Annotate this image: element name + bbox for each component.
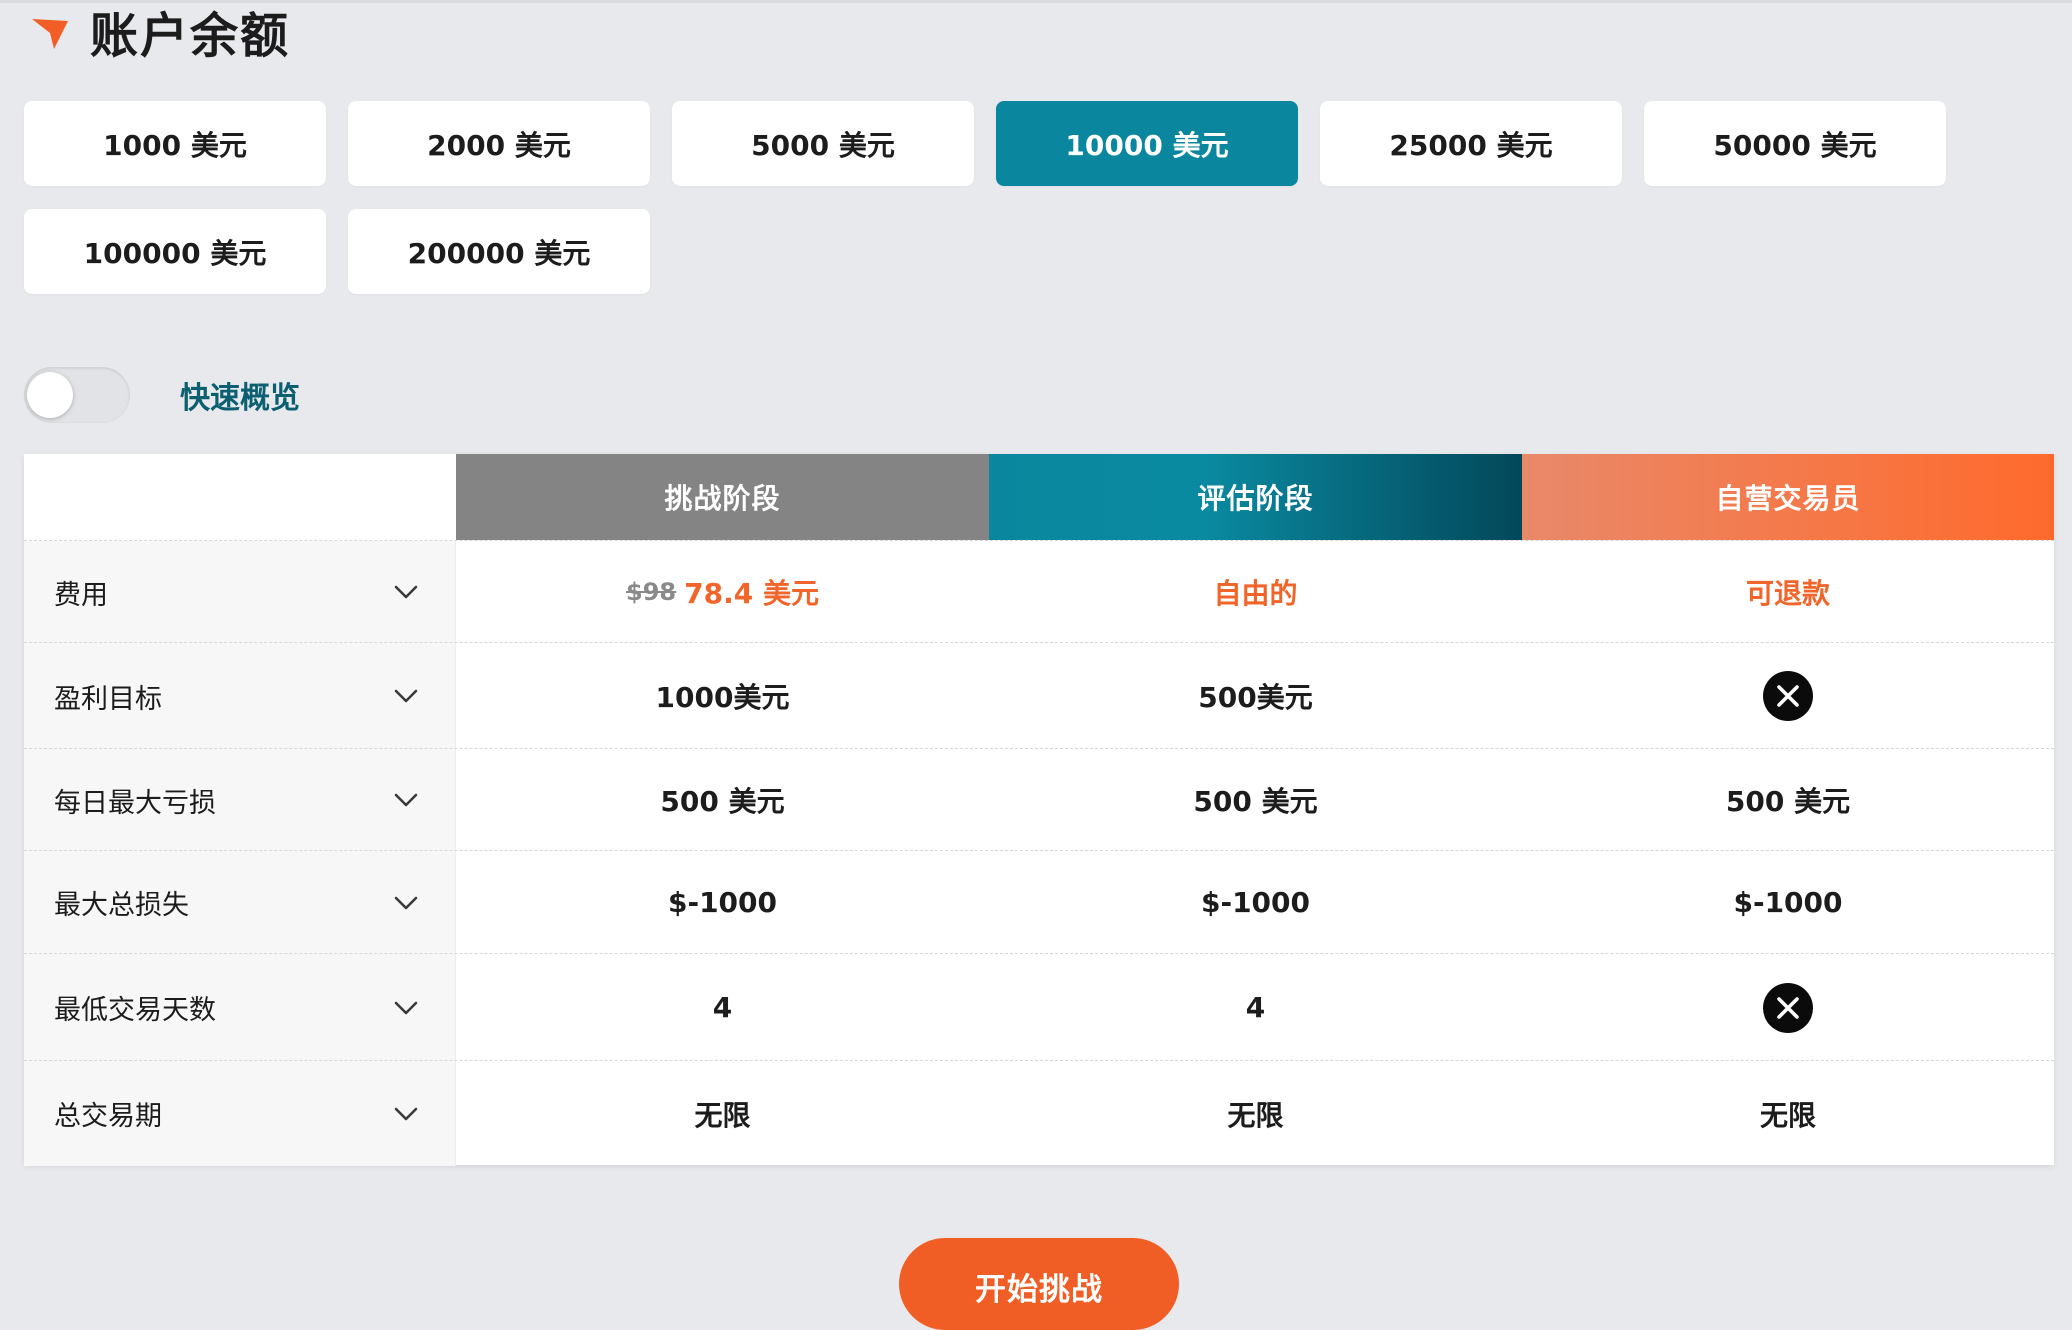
x-circle-icon [1763, 982, 1813, 1033]
row-label-text: 最低交易天数 [54, 995, 216, 1026]
table-row: 费用 $98 78.4 美元 自由的 可退款 [24, 540, 2054, 643]
comparison-table: 挑战阶段 评估阶段 自营交易员 费用 $98 78.4 美元 自由的 可退款盈利目标 10… [24, 454, 2054, 1166]
row-label-toggle[interactable]: 每日最大亏损 [24, 749, 456, 851]
cell-value: 可退款 [1745, 577, 1830, 610]
table-cell: 500 美元 [989, 749, 1522, 851]
row-label-text: 总交易期 [54, 1101, 162, 1132]
quick-view-label[interactable]: 快速概览 [180, 373, 300, 417]
table-cell: 自由的 [989, 541, 1522, 643]
table-cell: 可退款 [1522, 541, 2054, 643]
table-cell [1522, 954, 2054, 1061]
table-cell: 无限 [989, 1061, 1522, 1166]
toggle-knob [27, 372, 73, 418]
chevron-down-icon [394, 585, 418, 599]
balance-option-button[interactable]: 2000 美元 [348, 101, 650, 186]
orange-arrow-icon [32, 19, 68, 49]
table-row: 总交易期 无限 无限 无限 [24, 1060, 2054, 1166]
cell-value: 无限 [694, 1098, 751, 1132]
table-cell: 500美元 [989, 643, 1522, 749]
table-row: 最大总损失 $-1000 $-1000 $-1000 [24, 850, 2054, 954]
row-label-toggle[interactable]: 最大总损失 [24, 851, 456, 954]
table-cell: 1000美元 [456, 643, 989, 749]
row-label-toggle[interactable]: 最低交易天数 [24, 954, 456, 1061]
header-corner [24, 454, 457, 540]
cell-value: $-1000 [1200, 886, 1311, 919]
table-cell: $98 78.4 美元 [456, 541, 989, 643]
table-row: 每日最大亏损 500 美元 500 美元 500 美元 [24, 748, 2054, 851]
chevron-down-icon [394, 1107, 418, 1120]
table-cell: 4 [456, 954, 989, 1061]
chevron-down-icon [394, 1001, 418, 1014]
balance-option-button[interactable]: 100000 美元 [24, 209, 326, 294]
quick-view-toggle[interactable] [24, 367, 130, 423]
x-circle-icon [1763, 671, 1813, 721]
balance-option-button[interactable]: 10000 美元 [996, 101, 1298, 186]
cell-value: $-1000 [1733, 886, 1843, 919]
cell-value: 4 [712, 991, 733, 1024]
start-challenge-button[interactable]: 开始挑战 [899, 1238, 1179, 1330]
cell-value: 500美元 [1198, 681, 1313, 714]
cell-value: 1000美元 [655, 681, 790, 714]
table-cell: 无限 [1522, 1061, 2054, 1166]
row-label-text: 盈利目标 [54, 683, 162, 715]
chevron-down-icon [394, 896, 418, 909]
balance-option-button[interactable]: 25000 美元 [1320, 101, 1622, 186]
original-price: $98 [626, 578, 677, 606]
cell-value: 500 美元 [1725, 785, 1851, 818]
row-label-text: 费用 [54, 579, 108, 611]
cell-value: 无限 [1759, 1098, 1816, 1132]
row-label-toggle[interactable]: 费用 [24, 541, 456, 643]
row-label-text: 每日最大亏损 [54, 787, 216, 819]
row-label-toggle[interactable]: 盈利目标 [24, 643, 456, 749]
cell-value: 无限 [1227, 1098, 1284, 1132]
page-title: 账户余额 [90, 8, 291, 64]
column-evaluation-phase: 评估阶段 [989, 454, 1522, 540]
cell-value: 自由的 [1213, 577, 1298, 610]
table-cell: 4 [989, 954, 1522, 1061]
table-row: 最低交易天数 4 4 [24, 953, 2054, 1061]
table-header: 挑战阶段 评估阶段 自营交易员 [24, 454, 2054, 540]
balance-option-button[interactable]: 5000 美元 [672, 101, 974, 186]
column-challenge-phase: 挑战阶段 [456, 454, 989, 540]
table-cell: 500 美元 [456, 749, 989, 851]
cell-value: 500 美元 [660, 785, 785, 818]
table-cell: $-1000 [989, 851, 1522, 954]
table-cell: $-1000 [456, 851, 989, 954]
cell-value: $-1000 [667, 886, 778, 919]
row-label-toggle[interactable]: 总交易期 [24, 1061, 456, 1166]
balance-option-button[interactable]: 50000 美元 [1644, 101, 1946, 186]
cell-value: 78.4 美元 [684, 577, 819, 610]
table-row: 盈利目标 1000美元 500美元 [24, 642, 2054, 749]
chevron-down-icon [394, 689, 418, 703]
table-cell [1522, 643, 2054, 749]
section-header: 账户余额 [28, 0, 290, 64]
table-cell: 500 美元 [1522, 749, 2054, 851]
cell-value: 500 美元 [1193, 785, 1318, 818]
balance-option-button[interactable]: 1000 美元 [24, 101, 326, 186]
top-divider [0, 0, 2072, 3]
quick-view-row: 快速概览 [24, 366, 300, 424]
row-label-text: 最大总损失 [54, 890, 189, 921]
balance-option-button[interactable]: 200000 美元 [348, 209, 650, 294]
cell-value: 4 [1245, 991, 1266, 1024]
chevron-down-icon [394, 793, 418, 807]
column-prop-trader: 自营交易员 [1522, 454, 2054, 540]
table-cell: 无限 [456, 1061, 989, 1166]
table-cell: $-1000 [1522, 851, 2054, 954]
